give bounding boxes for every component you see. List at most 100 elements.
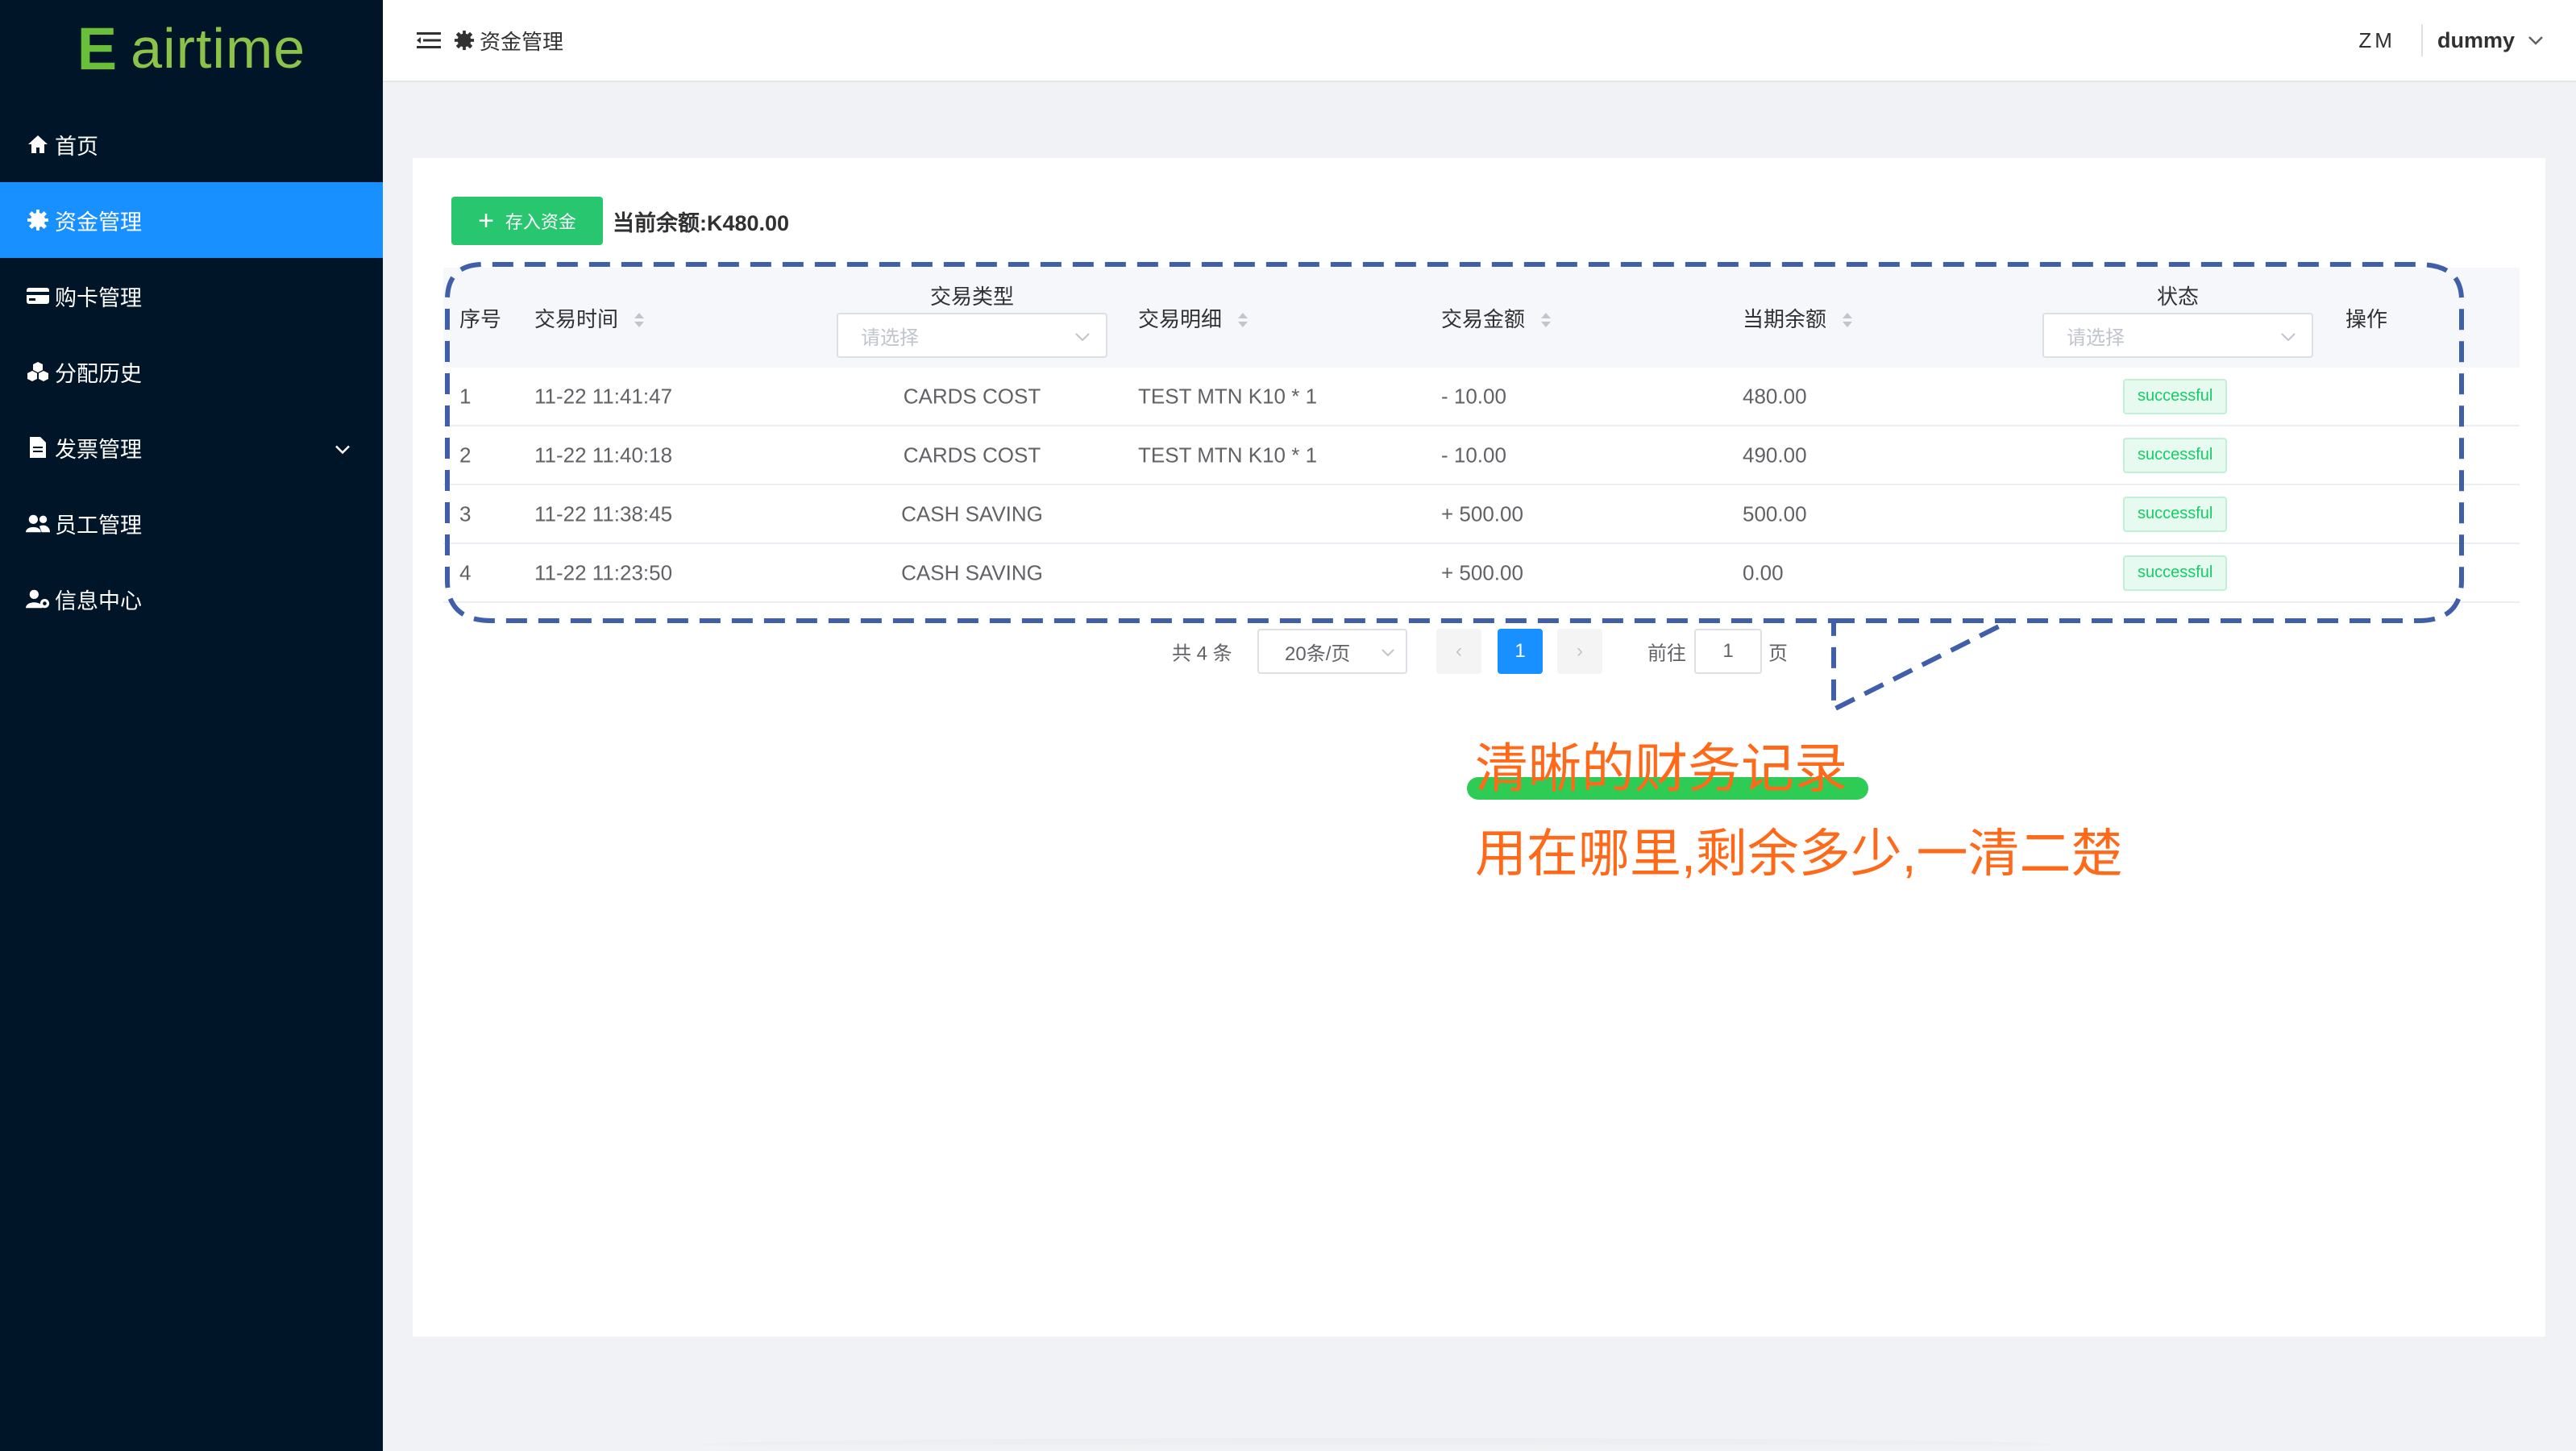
cell-amount: - 10.00 xyxy=(1441,384,1506,408)
col-detail[interactable]: 交易明细 xyxy=(1138,303,1249,334)
type-filter-select[interactable]: 请选择 xyxy=(837,313,1107,358)
col-time-label: 交易时间 xyxy=(534,307,619,331)
status-badge: successful xyxy=(2123,555,2228,591)
cell-index: 4 xyxy=(459,560,472,584)
app-logo[interactable]: E airtime xyxy=(0,0,383,97)
toolbar: + 存入资金 当前余额:K480.00 xyxy=(451,197,789,245)
deposit-button[interactable]: + 存入资金 xyxy=(451,197,603,245)
sidebar-item-label: 首页 xyxy=(55,134,98,159)
sidebar-item-staff[interactable]: 员工管理 xyxy=(0,485,383,561)
callout-title: 清晰的财务记录 xyxy=(1475,738,1847,798)
current-balance: 当前余额:K480.00 xyxy=(613,210,790,235)
breadcrumb: 资金管理 xyxy=(454,26,563,56)
cell-index: 1 xyxy=(459,384,472,408)
col-detail-label: 交易明细 xyxy=(1138,307,1223,331)
page-size-value: 20条/页 xyxy=(1285,642,1351,665)
user-gear-icon xyxy=(26,587,50,611)
sidebar-item-home[interactable]: 首页 xyxy=(0,106,383,182)
transactions-table: 序号 交易时间 交易类型 请选择 交易明细 交易金额 当期余额 状态 请选择 操… xyxy=(443,268,2520,603)
users-icon xyxy=(26,511,50,535)
deposit-button-label: 存入资金 xyxy=(505,212,576,232)
table-row: 2 11-22 11:40:18 CARDS COST TEST MTN K10… xyxy=(443,426,2520,485)
sort-icon[interactable] xyxy=(1540,309,1552,334)
page-suffix: 页 xyxy=(1768,642,1788,665)
pagination: 共 4 条 20条/页 ‹ 1 › 前往 1 页 xyxy=(413,629,2545,674)
cell-time: 11-22 11:40:18 xyxy=(534,443,673,467)
chevron-down-icon xyxy=(1381,640,1394,663)
cell-type: CASH SAVING xyxy=(901,560,1043,584)
sidebar-menu: 首页 资金管理 购卡管理 分配历史 发票管理 员工管理 信息中心 xyxy=(0,106,383,637)
cell-type: CARDS COST xyxy=(903,443,1041,467)
sidebar-item-label: 分配历史 xyxy=(55,361,142,386)
col-actions: 操作 xyxy=(2345,307,2388,331)
chevron-down-icon xyxy=(1075,324,1090,347)
header-right: ZM dummy xyxy=(2347,0,2544,81)
sidebar-item-cards[interactable]: 购卡管理 xyxy=(0,258,383,334)
pagination-total: 共 4 条 xyxy=(1172,642,1232,665)
cell-time: 11-22 11:38:45 xyxy=(534,501,673,526)
table-row: 4 11-22 11:23:50 CASH SAVING + 500.00 0.… xyxy=(443,544,2520,603)
sort-icon[interactable] xyxy=(1237,309,1249,334)
table-row: 1 11-22 11:41:47 CARDS COST TEST MTN K10… xyxy=(443,368,2520,426)
col-index: 序号 xyxy=(459,307,502,331)
status-badge: successful xyxy=(2123,496,2228,532)
col-time[interactable]: 交易时间 xyxy=(534,303,645,334)
status-badge: successful xyxy=(2123,437,2228,473)
status-filter-select[interactable]: 请选择 xyxy=(2042,313,2313,358)
col-balance[interactable]: 当期余额 xyxy=(1743,303,1853,334)
sort-icon[interactable] xyxy=(1842,309,1853,334)
col-status: 状态 xyxy=(2157,285,2200,309)
chevron-down-icon[interactable] xyxy=(334,435,351,460)
breadcrumb-label: 资金管理 xyxy=(480,29,564,54)
sidebar-item-funds[interactable]: 资金管理 xyxy=(0,182,383,258)
sidebar-item-label: 资金管理 xyxy=(55,210,142,235)
top-header: 资金管理 ZM dummy xyxy=(383,0,2576,82)
cell-time: 11-22 11:41:47 xyxy=(534,384,673,408)
cell-balance: 480.00 xyxy=(1743,384,1807,408)
cell-type: CASH SAVING xyxy=(901,501,1043,526)
prev-page-button[interactable]: ‹ xyxy=(1436,629,1481,674)
cell-type: CARDS COST xyxy=(903,384,1041,408)
type-filter-placeholder: 请选择 xyxy=(861,326,919,349)
table-header: 序号 交易时间 交易类型 请选择 交易明细 交易金额 当期余额 状态 请选择 操… xyxy=(443,268,2520,368)
cell-amount: + 500.00 xyxy=(1441,501,1523,526)
page-1-button[interactable]: 1 xyxy=(1498,629,1543,674)
cell-balance: 500.00 xyxy=(1743,501,1807,526)
cell-amount: - 10.00 xyxy=(1441,443,1506,467)
cell-amount: + 500.00 xyxy=(1441,560,1523,584)
sidebar-item-label: 信息中心 xyxy=(55,588,142,613)
next-page-button[interactable]: › xyxy=(1557,629,1602,674)
sidebar-item-invoices[interactable]: 发票管理 xyxy=(0,410,383,485)
chevron-down-icon xyxy=(2281,324,2296,347)
table-row: 3 11-22 11:38:45 CASH SAVING + 500.00 50… xyxy=(443,485,2520,544)
menu-toggle-icon[interactable] xyxy=(417,28,441,52)
sidebar-item-info-center[interactable]: 信息中心 xyxy=(0,561,383,637)
callout-subtitle: 用在哪里,剩余多少,一清二楚 xyxy=(1475,825,2123,883)
sidebar-item-label: 员工管理 xyxy=(55,513,142,538)
chevron-down-icon[interactable] xyxy=(2528,35,2544,45)
cell-index: 3 xyxy=(459,501,472,526)
col-amount-label: 交易金额 xyxy=(1441,307,1526,331)
col-amount[interactable]: 交易金额 xyxy=(1441,303,1552,334)
divider xyxy=(2420,24,2423,56)
sort-icon[interactable] xyxy=(634,309,645,334)
gear-icon xyxy=(26,208,50,232)
page-size-select[interactable]: 20条/页 xyxy=(1257,629,1407,674)
goto-page-input[interactable]: 1 xyxy=(1694,629,1762,674)
bottom-shadow xyxy=(701,1438,2055,1451)
sidebar-item-label: 发票管理 xyxy=(55,437,142,462)
logo-text: airtime xyxy=(131,17,306,80)
language-switch[interactable]: ZM xyxy=(2347,28,2407,53)
sidebar-item-label: 购卡管理 xyxy=(55,285,142,310)
card-icon xyxy=(26,284,50,308)
status-filter-placeholder: 请选择 xyxy=(2067,326,2125,349)
cubes-icon xyxy=(26,360,50,384)
sidebar-item-distribution[interactable]: 分配历史 xyxy=(0,334,383,410)
gear-icon xyxy=(454,30,475,51)
plus-icon: + xyxy=(478,206,494,236)
goto-label: 前往 xyxy=(1647,642,1686,665)
user-menu[interactable]: dummy xyxy=(2437,28,2515,53)
cell-balance: 0.00 xyxy=(1743,560,1784,584)
home-icon xyxy=(26,132,50,156)
col-balance-label: 当期余额 xyxy=(1743,307,1827,331)
